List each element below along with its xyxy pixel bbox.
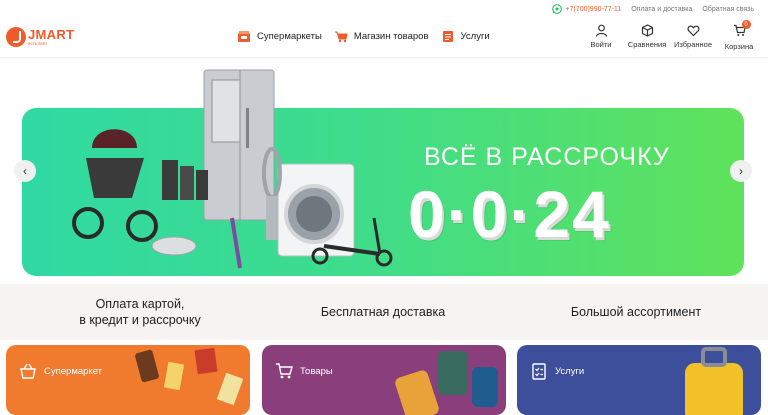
- cart-icon: [276, 363, 293, 379]
- banner-title: ВСЁ В РАССРОЧКУ: [424, 143, 670, 171]
- suitcase-image: [685, 347, 743, 415]
- category-label: Супермаркет: [44, 365, 103, 377]
- feature-payment: Оплата картой, в кредит и рассрочку: [40, 284, 240, 340]
- phone-number: +7(700)990-77-11: [565, 5, 622, 13]
- feature-line: Оплата картой,: [95, 296, 185, 311]
- feature-line: в кредит и рассрочку: [79, 313, 201, 327]
- header: JMART есть всё! Супермаркеты Магазин тов…: [0, 18, 768, 58]
- logo-mark-icon: [6, 27, 26, 47]
- logo-name: JMART: [28, 26, 75, 42]
- action-label: Войти: [590, 40, 612, 49]
- main-nav: Супермаркеты Магазин товаров Услуги: [237, 30, 490, 43]
- features-strip: Оплата картой, в кредит и рассрочку Беспл…: [0, 284, 768, 340]
- heart-icon: [686, 25, 700, 37]
- category-label: Услуги: [555, 365, 585, 377]
- compare-button[interactable]: Сравнения: [627, 24, 667, 51]
- banner-next-button[interactable]: ›: [730, 160, 752, 182]
- action-label: Сравнения: [627, 40, 667, 49]
- feature-line: Большой ассортимент: [570, 304, 702, 319]
- favorites-button[interactable]: Избранное: [674, 24, 713, 51]
- chevron-left-icon: ‹: [23, 164, 27, 178]
- action-label: Избранное: [674, 40, 713, 49]
- header-actions: Войти Сравнения Избранное 0 Корзина: [584, 20, 756, 51]
- category-supermarket[interactable]: Супермаркет: [6, 345, 250, 415]
- chevron-right-icon: ›: [739, 164, 743, 178]
- banner-prev-button[interactable]: ‹: [14, 160, 36, 182]
- compare-icon: [641, 24, 653, 37]
- cart-count-badge: 0: [741, 20, 751, 29]
- phone-link[interactable]: +7(700)990-77-11: [552, 4, 621, 14]
- basket-icon: [20, 363, 36, 379]
- payment-delivery-link[interactable]: Оплата и доставка: [631, 6, 692, 13]
- category-services[interactable]: Услуги: [517, 345, 761, 415]
- feature-delivery: Бесплатная доставка: [283, 284, 483, 340]
- feature-assortment: Большой ассортимент: [536, 284, 736, 340]
- topbar: +7(700)990-77-11 Оплата и доставка Обрат…: [0, 0, 768, 18]
- category-goods[interactable]: Товары: [262, 345, 506, 415]
- whatsapp-icon: [552, 4, 563, 14]
- groceries-image: [135, 347, 244, 406]
- nav-store[interactable]: Магазин товаров: [334, 30, 429, 43]
- logo-slogan: есть всё!: [28, 40, 47, 46]
- nav-services[interactable]: Услуги: [441, 30, 490, 43]
- cart-button[interactable]: 0 Корзина: [722, 20, 756, 51]
- login-button[interactable]: Войти: [584, 24, 618, 51]
- checklist-icon: [532, 363, 546, 380]
- feature-line: Бесплатная доставка: [320, 304, 446, 319]
- banner-big-text: 0·0·24: [408, 177, 611, 251]
- action-label: Корзина: [724, 42, 754, 51]
- phones-image: [395, 351, 498, 415]
- cart-icon: [334, 31, 348, 43]
- services-icon: [442, 31, 453, 42]
- logo[interactable]: JMART есть всё!: [6, 27, 74, 47]
- user-icon: [595, 24, 607, 37]
- nav-label: Магазин товаров: [353, 31, 429, 42]
- supermarket-icon: [238, 31, 250, 42]
- nav-label: Услуги: [460, 31, 490, 42]
- nav-supermarkets[interactable]: Супермаркеты: [237, 30, 322, 43]
- feedback-link[interactable]: Обратная связь: [702, 6, 754, 13]
- appliances-image: [72, 69, 393, 269]
- nav-label: Супермаркеты: [257, 31, 322, 42]
- category-label: Товары: [300, 365, 333, 377]
